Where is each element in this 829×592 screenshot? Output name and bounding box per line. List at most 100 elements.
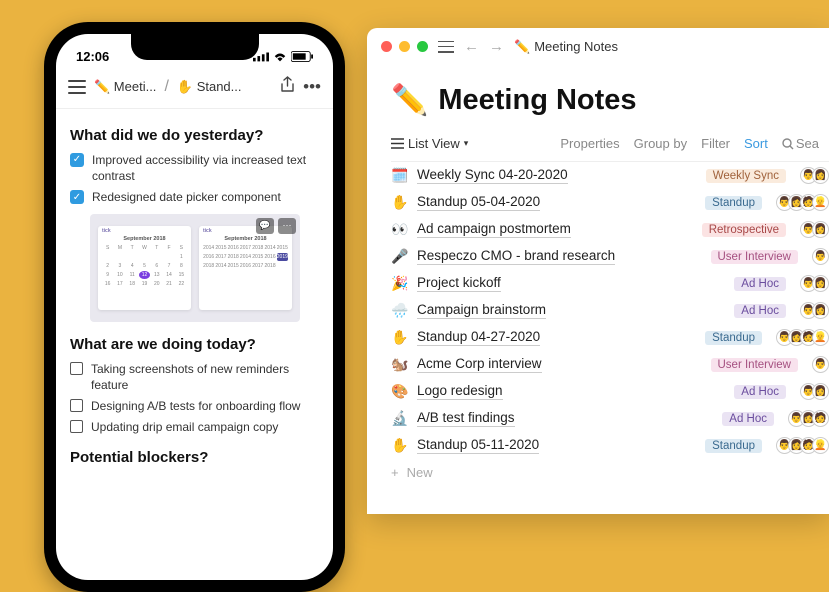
filter-button[interactable]: Filter [701, 136, 730, 151]
done-item-text: Improved accessibility via increased tex… [92, 152, 319, 184]
desktop-window: ← → ✏️ Meeting Notes ✏️ Meeting Notes Li… [367, 28, 829, 514]
row-tag[interactable]: Ad Hoc [734, 385, 786, 399]
close-icon[interactable] [381, 41, 392, 52]
todo-item[interactable]: Updating drip email campaign copy [70, 419, 319, 435]
row-avatars: 👨👩 [800, 383, 829, 400]
sort-button[interactable]: Sort [744, 136, 768, 151]
list-item[interactable]: 🎨Logo redesignAd Hoc👨👩 [391, 378, 829, 405]
image-block-controls[interactable]: 💬⋯ [256, 218, 296, 234]
row-tag[interactable]: Standup [705, 439, 762, 453]
heading-blockers: Potential blockers? [70, 449, 319, 466]
nav-back-icon[interactable]: ← [464, 38, 479, 55]
row-tag[interactable]: Ad Hoc [734, 277, 786, 291]
list-item[interactable]: 🎉Project kickoffAd Hoc👨👩 [391, 270, 829, 297]
properties-button[interactable]: Properties [560, 136, 619, 151]
list-item[interactable]: 🔬A/B test findingsAd Hoc👨👩🧑 [391, 405, 829, 432]
row-tag[interactable]: Weekly Sync [706, 169, 786, 183]
nav-forward-icon[interactable]: → [489, 38, 504, 55]
more-icon[interactable]: ••• [303, 77, 321, 97]
list-item[interactable]: ✋Standup 05-11-2020Standup👨👩🧑👱 [391, 432, 829, 459]
view-switcher[interactable]: List View ▾ [391, 136, 468, 151]
list-item[interactable]: 🗓️ Weekly Sync 04-20-2020 Weekly Sync 👨👩 [391, 162, 829, 189]
status-indicators [253, 51, 313, 62]
minimize-icon[interactable] [399, 41, 410, 52]
checkbox-checked-icon[interactable]: ✓ [70, 153, 84, 167]
row-avatars: 👨👩 [800, 167, 829, 184]
groupby-button[interactable]: Group by [634, 136, 687, 151]
list-item[interactable]: 👀Ad campaign postmortemRetrospective👨👩 [391, 216, 829, 243]
row-icon: ✋ [391, 437, 409, 454]
new-row-button[interactable]: + New [391, 459, 829, 486]
zoom-icon[interactable] [417, 41, 428, 52]
row-tag[interactable]: Standup [705, 331, 762, 345]
row-tag[interactable]: Ad Hoc [734, 304, 786, 318]
row-avatars: 👨👩🧑 [788, 410, 829, 427]
avatar: 🧑 [812, 410, 829, 427]
list-item[interactable]: 🎤Respeczo CMO - brand researchUser Inter… [391, 243, 829, 270]
row-title[interactable]: Acme Corp interview [417, 356, 542, 373]
todo-item[interactable]: Designing A/B tests for onboarding flow [70, 398, 319, 414]
avatar: 👱 [812, 437, 829, 454]
phone-notch [131, 34, 259, 60]
checkbox-unchecked-icon[interactable] [70, 420, 83, 433]
chevron-down-icon: ▾ [464, 138, 469, 149]
heading-today: What are we doing today? [70, 336, 319, 353]
page-icon[interactable]: ✏️ [391, 83, 428, 118]
row-title[interactable]: Weekly Sync 04-20-2020 [417, 167, 568, 184]
calendar-preview: tick September 2018 20142015201620172018… [199, 226, 292, 310]
titlebar-breadcrumb[interactable]: ✏️ Meeting Notes [514, 39, 618, 55]
checkbox-unchecked-icon[interactable] [70, 362, 83, 375]
row-tag[interactable]: Standup [705, 196, 762, 210]
search-button[interactable]: Sea [782, 136, 819, 151]
row-title[interactable]: Ad campaign postmortem [417, 221, 571, 238]
row-icon: 🗓️ [391, 167, 409, 184]
row-title[interactable]: Standup 05-11-2020 [417, 437, 539, 454]
page-content: ✏️ Meeting Notes List View ▾ Properties … [367, 65, 829, 514]
traffic-lights[interactable] [381, 41, 428, 52]
image-more-icon[interactable]: ⋯ [278, 218, 296, 234]
list-item[interactable]: 🌧️Campaign brainstormAd Hoc👨👩 [391, 297, 829, 324]
phone-mockup: 12:06 ✏️ Meeti... / ✋ Stand... ••• What … [44, 22, 345, 592]
breadcrumb-current[interactable]: ✋ Stand... [177, 79, 242, 95]
avatar: 👩 [812, 383, 829, 400]
row-title[interactable]: Logo redesign [417, 383, 503, 400]
avatar: 👨 [812, 356, 829, 373]
row-tag[interactable]: Ad Hoc [722, 412, 774, 426]
date-picker-image[interactable]: 💬⋯ tick September 2018 SMTWTFS1234567891… [90, 214, 300, 322]
row-avatars: 👨👩🧑👱 [776, 329, 829, 346]
row-title[interactable]: Standup 05-04-2020 [417, 194, 540, 211]
checkbox-checked-icon[interactable]: ✓ [70, 190, 84, 204]
row-title[interactable]: Standup 04-27-2020 [417, 329, 540, 346]
row-icon: ✋ [391, 329, 409, 346]
hamburger-icon[interactable] [68, 80, 86, 94]
row-title[interactable]: Project kickoff [417, 275, 501, 292]
page-title[interactable]: ✏️ Meeting Notes [391, 83, 829, 118]
list-item[interactable]: 🐿️Acme Corp interviewUser Interview👨 [391, 351, 829, 378]
checkbox-unchecked-icon[interactable] [70, 399, 83, 412]
heading-yesterday: What did we do yesterday? [70, 127, 319, 144]
sidebar-toggle-icon[interactable] [438, 41, 454, 53]
row-tag[interactable]: Retrospective [702, 223, 786, 237]
avatar: 👩 [812, 221, 829, 238]
database-controls: List View ▾ Properties Group by Filter S… [391, 136, 829, 151]
doc-body[interactable]: What did we do yesterday? ✓ Improved acc… [56, 109, 333, 577]
breadcrumb-parent[interactable]: ✏️ Meeti... [94, 79, 156, 95]
avatar: 👩 [812, 275, 829, 292]
caption-icon[interactable]: 💬 [256, 218, 274, 234]
search-icon [782, 138, 794, 150]
row-title[interactable]: Campaign brainstorm [417, 302, 546, 319]
share-icon[interactable] [280, 76, 295, 98]
list-item[interactable]: ✋Standup 05-04-2020Standup👨👩🧑👱 [391, 189, 829, 216]
todo-item-text: Taking screenshots of new reminders feat… [91, 361, 319, 393]
avatar: 👱 [812, 194, 829, 211]
row-title[interactable]: Respeczo CMO - brand research [417, 248, 615, 265]
list-item[interactable]: ✋ Standup 04-27-2020 Standup 👨👩🧑👱 [391, 324, 829, 351]
calendar-preview: tick September 2018 SMTWTFS1234567891011… [98, 226, 191, 310]
phone-screen: 12:06 ✏️ Meeti... / ✋ Stand... ••• What … [56, 34, 333, 580]
row-tag[interactable]: User Interview [711, 250, 799, 264]
done-item[interactable]: ✓ Improved accessibility via increased t… [70, 152, 319, 184]
row-title[interactable]: A/B test findings [417, 410, 515, 427]
row-tag[interactable]: User Interview [711, 358, 799, 372]
done-item[interactable]: ✓ Redesigned date picker component [70, 189, 319, 205]
todo-item[interactable]: Taking screenshots of new reminders feat… [70, 361, 319, 393]
